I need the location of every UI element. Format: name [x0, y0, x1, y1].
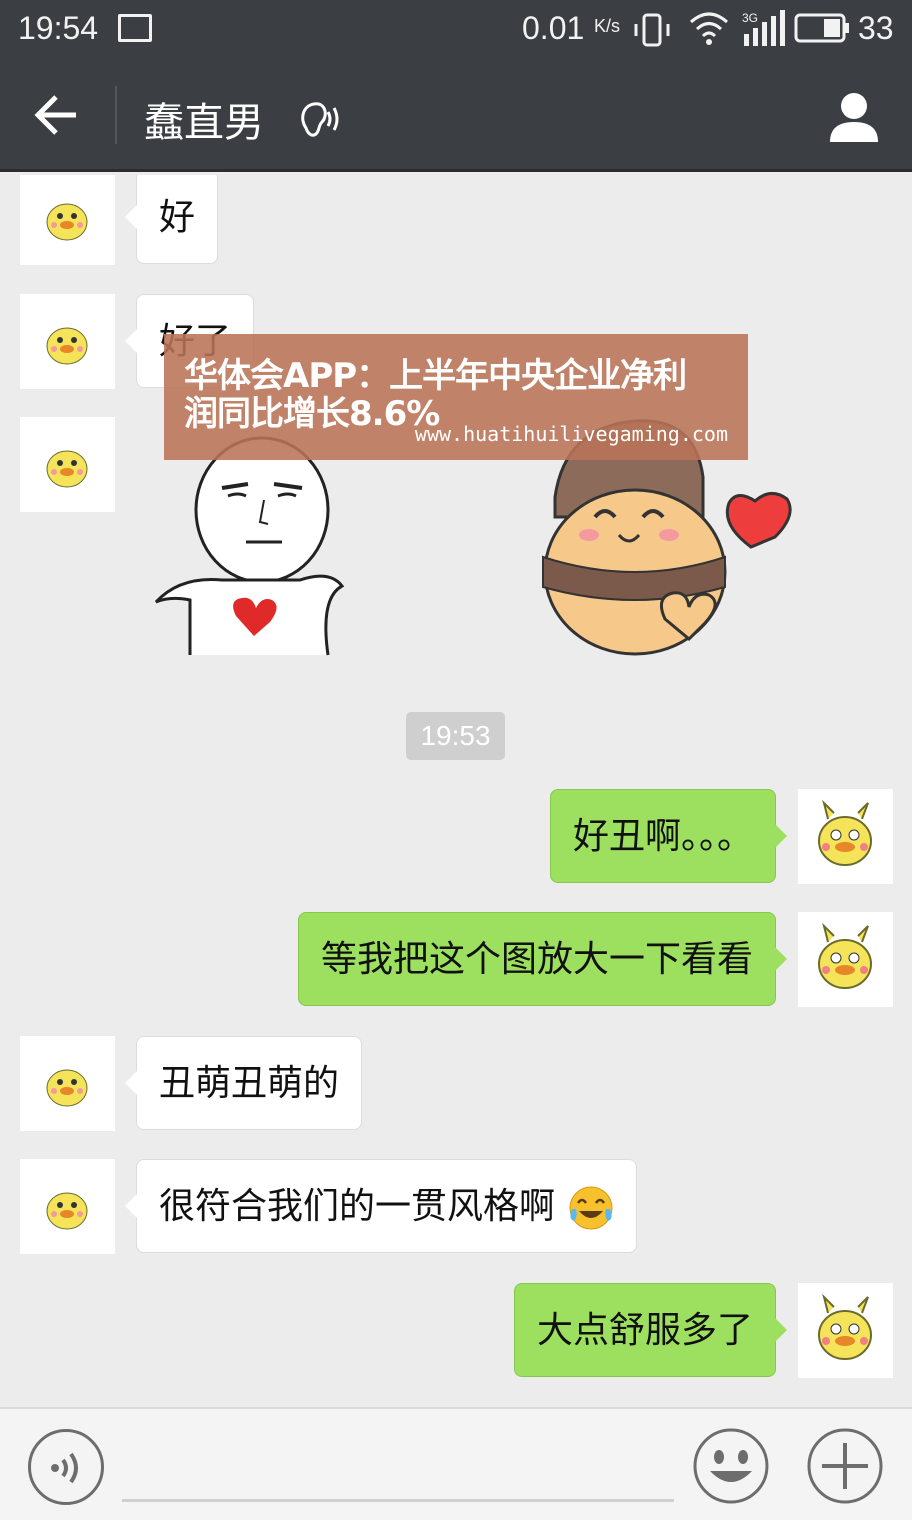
status-time: 19:54 — [18, 10, 99, 46]
battery-icon — [794, 13, 849, 43]
outgoing-message-bubble[interactable]: 好丑啊。。。 — [549, 789, 788, 883]
duck-avatar-icon — [46, 1192, 88, 1230]
vibrate-icon — [634, 13, 670, 47]
chat-title: 蠢直男 — [144, 100, 264, 146]
rage-face-heart-sticker[interactable] — [150, 430, 350, 660]
earpiece-icon — [301, 102, 339, 137]
input-bar — [0, 1407, 912, 1520]
svg-text:3G: 3G — [742, 11, 758, 25]
chat-header: 蠢直男 — [0, 60, 912, 172]
signal-icon: 3G — [742, 10, 785, 46]
watermark-headline-2: 润同比增长8.6% — [184, 394, 440, 434]
my-avatar[interactable] — [798, 1283, 893, 1378]
battery-percent: 33 — [858, 10, 894, 46]
duck-avatar-icon — [46, 327, 88, 365]
wifi-icon — [690, 12, 728, 45]
my-avatar[interactable] — [798, 912, 893, 1007]
chat-timestamp: 19:53 — [406, 712, 505, 760]
duck-avatar-icon — [46, 203, 88, 241]
status-bar: 19:54 0.01 K/s 3G 33 — [0, 0, 912, 60]
back-arrow-icon[interactable] — [32, 92, 82, 138]
outgoing-message-bubble[interactable]: 等我把这个图放大一下看看 — [297, 912, 788, 1006]
message-text: 丑萌丑萌的 — [159, 1063, 340, 1104]
contact-avatar[interactable] — [20, 175, 115, 265]
contact-avatar[interactable] — [20, 417, 115, 512]
duck-avatar-icon — [818, 799, 872, 866]
incoming-message-bubble[interactable]: 好 — [124, 175, 219, 264]
duck-avatar-icon — [46, 1069, 88, 1107]
message-text: 大点舒服多了 — [536, 1310, 753, 1351]
watermark-banner: 华体会APP：上半年中央企业净利 润同比增长8.6% www.huatihuil… — [164, 334, 748, 460]
image-icon — [118, 14, 152, 42]
outgoing-message-bubble[interactable]: 大点舒服多了 — [513, 1283, 788, 1377]
incoming-message-bubble[interactable]: 很符合我们的一贯风格啊 — [124, 1159, 638, 1253]
my-avatar[interactable] — [798, 789, 893, 884]
contact-profile-icon[interactable] — [826, 90, 882, 144]
contact-avatar[interactable] — [20, 1159, 115, 1254]
duck-avatar-icon — [818, 1293, 872, 1360]
voice-icon — [51, 1452, 78, 1484]
message-text: 很符合我们的一贯风格啊 — [159, 1186, 556, 1227]
watermark-url: www.huatihuilivegaming.com — [414, 422, 728, 446]
message-text: 好 — [159, 197, 196, 238]
duck-avatar-icon — [46, 450, 88, 488]
laughing-crying-emoji — [569, 1186, 613, 1230]
message-text: 好丑啊。。。 — [572, 816, 753, 857]
voice-button[interactable] — [28, 1429, 104, 1505]
incoming-message-bubble[interactable]: 丑萌丑萌的 — [124, 1036, 363, 1130]
duck-avatar-icon — [818, 922, 872, 989]
contact-avatar[interactable] — [20, 294, 115, 389]
contact-avatar[interactable] — [20, 1036, 115, 1131]
message-text: 等我把这个图放大一下看看 — [320, 939, 753, 980]
message-input[interactable] — [122, 1499, 674, 1502]
network-speed-unit: K/s — [594, 16, 621, 36]
header-divider — [115, 86, 117, 144]
network-speed: 0.01 — [522, 10, 585, 46]
emoji-icon[interactable] — [692, 1427, 770, 1505]
plus-icon[interactable] — [806, 1427, 884, 1505]
